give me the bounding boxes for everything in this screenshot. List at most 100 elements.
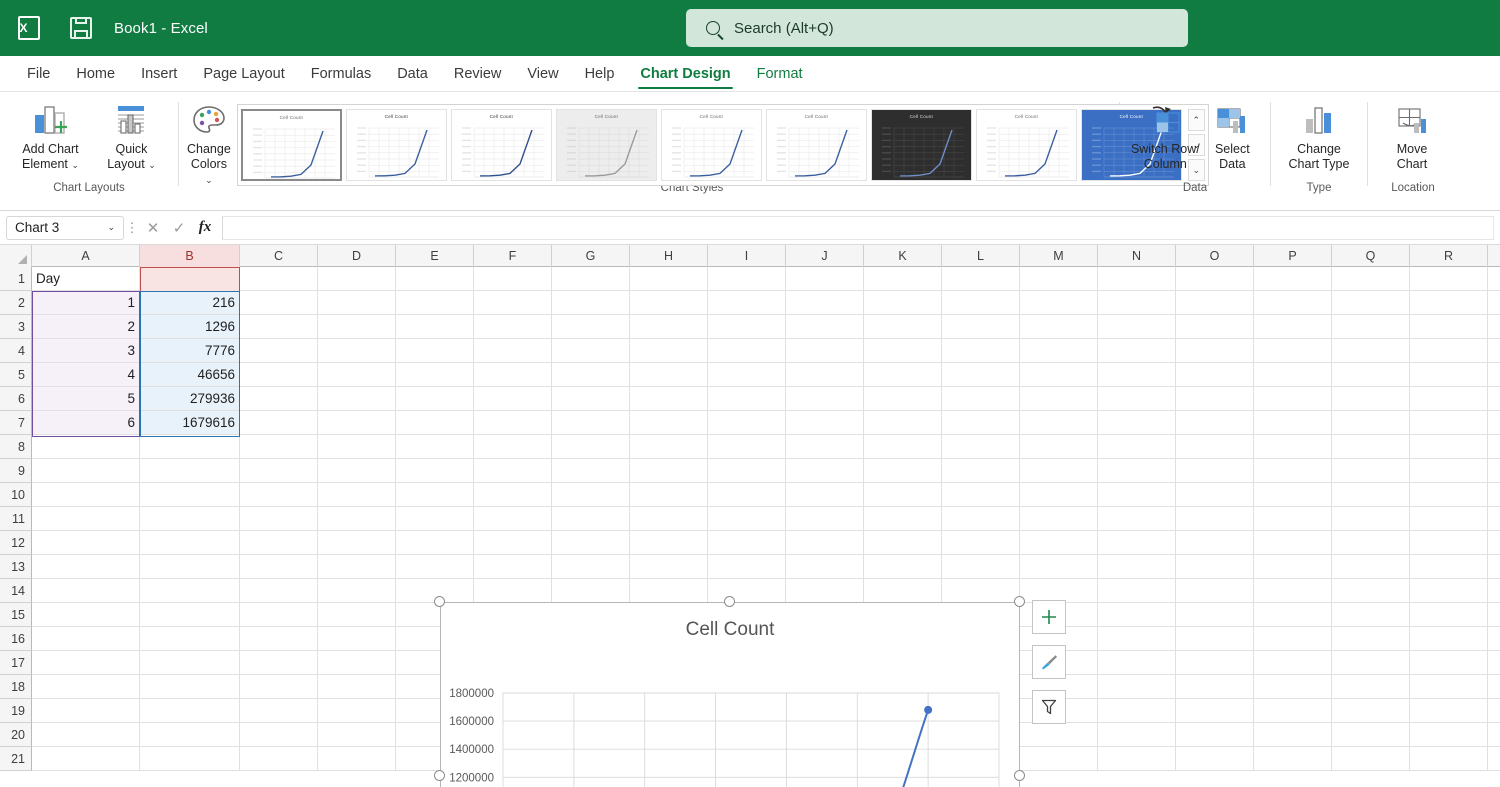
cell-F4[interactable]: [474, 339, 552, 363]
row-header-9[interactable]: 9: [0, 459, 32, 483]
row-header-15[interactable]: 15: [0, 603, 32, 627]
cell-S13[interactable]: [1488, 555, 1500, 579]
cell-D14[interactable]: [318, 579, 396, 603]
cell-P5[interactable]: [1254, 363, 1332, 387]
chart-elements-button[interactable]: [1032, 600, 1066, 634]
cell-O8[interactable]: [1176, 435, 1254, 459]
column-header-a[interactable]: A: [32, 245, 140, 267]
select-all-button[interactable]: [0, 245, 32, 267]
cell-G10[interactable]: [552, 483, 630, 507]
cell-B10[interactable]: [140, 483, 240, 507]
cell-K11[interactable]: [864, 507, 942, 531]
cell-I12[interactable]: [708, 531, 786, 555]
row-header-2[interactable]: 2: [0, 291, 32, 315]
cell-N6[interactable]: [1098, 387, 1176, 411]
cell-S1[interactable]: [1488, 267, 1500, 291]
cell-O2[interactable]: [1176, 291, 1254, 315]
cell-C1[interactable]: [240, 267, 318, 291]
cell-P12[interactable]: [1254, 531, 1332, 555]
switch-row-column-button[interactable]: Switch Row/ Column: [1128, 98, 1203, 172]
cell-R10[interactable]: [1410, 483, 1488, 507]
cell-S7[interactable]: [1488, 411, 1500, 435]
cell-D3[interactable]: [318, 315, 396, 339]
cell-B13[interactable]: [140, 555, 240, 579]
chart-style-thumbnail-7[interactable]: Cell Count: [870, 109, 972, 181]
cell-O18[interactable]: [1176, 675, 1254, 699]
cell-D20[interactable]: [318, 723, 396, 747]
cell-L3[interactable]: [942, 315, 1020, 339]
cell-B12[interactable]: [140, 531, 240, 555]
cell-R5[interactable]: [1410, 363, 1488, 387]
column-header-c[interactable]: C: [240, 245, 318, 267]
cell-S6[interactable]: [1488, 387, 1500, 411]
cell-R1[interactable]: [1410, 267, 1488, 291]
cell-L2[interactable]: [942, 291, 1020, 315]
cell-C19[interactable]: [240, 699, 318, 723]
cell-E12[interactable]: [396, 531, 474, 555]
cell-E5[interactable]: [396, 363, 474, 387]
cell-B5[interactable]: 46656: [140, 363, 240, 387]
cell-N9[interactable]: [1098, 459, 1176, 483]
row-header-18[interactable]: 18: [0, 675, 32, 699]
cell-N3[interactable]: [1098, 315, 1176, 339]
column-header-m[interactable]: M: [1020, 245, 1098, 267]
change-chart-type-button[interactable]: Change Chart Type: [1279, 98, 1359, 172]
cell-G7[interactable]: [552, 411, 630, 435]
cell-J1[interactable]: [786, 267, 864, 291]
cell-M5[interactable]: [1020, 363, 1098, 387]
cell-N11[interactable]: [1098, 507, 1176, 531]
chart-styles-button[interactable]: [1032, 645, 1066, 679]
cell-I8[interactable]: [708, 435, 786, 459]
cell-S8[interactable]: [1488, 435, 1500, 459]
cell-A3[interactable]: 2: [32, 315, 140, 339]
column-header-i[interactable]: I: [708, 245, 786, 267]
cell-A13[interactable]: [32, 555, 140, 579]
cell-O15[interactable]: [1176, 603, 1254, 627]
cell-E4[interactable]: [396, 339, 474, 363]
cell-H1[interactable]: [630, 267, 708, 291]
chevron-down-icon[interactable]: ⌄: [107, 222, 115, 233]
cell-F2[interactable]: [474, 291, 552, 315]
cell-O13[interactable]: [1176, 555, 1254, 579]
row-header-17[interactable]: 17: [0, 651, 32, 675]
cell-R9[interactable]: [1410, 459, 1488, 483]
cell-H10[interactable]: [630, 483, 708, 507]
cell-K2[interactable]: [864, 291, 942, 315]
cell-R13[interactable]: [1410, 555, 1488, 579]
cell-R15[interactable]: [1410, 603, 1488, 627]
cell-Q6[interactable]: [1332, 387, 1410, 411]
cell-A5[interactable]: 4: [32, 363, 140, 387]
cell-C6[interactable]: [240, 387, 318, 411]
tab-chart-design[interactable]: Chart Design: [627, 56, 743, 91]
cell-L5[interactable]: [942, 363, 1020, 387]
cell-R6[interactable]: [1410, 387, 1488, 411]
cell-E9[interactable]: [396, 459, 474, 483]
cell-G11[interactable]: [552, 507, 630, 531]
cell-M21[interactable]: [1020, 747, 1098, 771]
cell-F14[interactable]: [474, 579, 552, 603]
row-header-4[interactable]: 4: [0, 339, 32, 363]
cell-A19[interactable]: [32, 699, 140, 723]
cell-N7[interactable]: [1098, 411, 1176, 435]
cell-S16[interactable]: [1488, 627, 1500, 651]
cell-B4[interactable]: 7776: [140, 339, 240, 363]
cell-C8[interactable]: [240, 435, 318, 459]
cell-L12[interactable]: [942, 531, 1020, 555]
chart-style-thumbnail-6[interactable]: Cell Count: [765, 109, 867, 181]
column-header-j[interactable]: J: [786, 245, 864, 267]
cell-Q5[interactable]: [1332, 363, 1410, 387]
cell-M7[interactable]: [1020, 411, 1098, 435]
cell-P4[interactable]: [1254, 339, 1332, 363]
cell-O3[interactable]: [1176, 315, 1254, 339]
cell-B16[interactable]: [140, 627, 240, 651]
cell-D8[interactable]: [318, 435, 396, 459]
cell-D7[interactable]: [318, 411, 396, 435]
cell-D9[interactable]: [318, 459, 396, 483]
cell-C10[interactable]: [240, 483, 318, 507]
tab-file[interactable]: File: [14, 56, 63, 91]
cell-Q2[interactable]: [1332, 291, 1410, 315]
cell-A15[interactable]: [32, 603, 140, 627]
cell-R12[interactable]: [1410, 531, 1488, 555]
cell-Q1[interactable]: [1332, 267, 1410, 291]
cell-F8[interactable]: [474, 435, 552, 459]
